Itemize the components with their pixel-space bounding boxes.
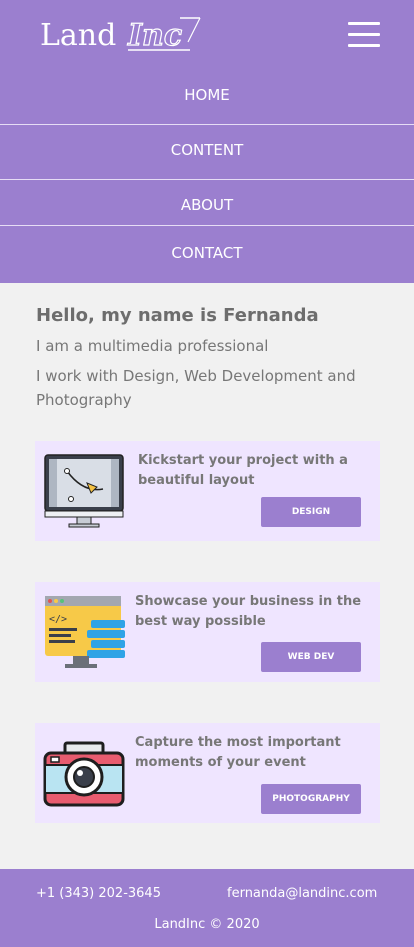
card-text-photography: Capture the most important moments of yo…	[135, 735, 341, 770]
card-text-webdev: Showcase your business in the best way p…	[135, 594, 362, 629]
site-header: Land Inc HOME CONTENT ABOUT CONTACT	[0, 0, 414, 283]
nav-divider	[0, 179, 414, 180]
intro-subtitle: I am a multimedia professional	[36, 337, 269, 355]
code-monitor-icon: </>	[45, 596, 125, 668]
hamburger-icon	[348, 22, 380, 25]
nav-divider	[0, 225, 414, 226]
nav-home[interactable]: HOME	[0, 86, 414, 104]
menu-button[interactable]	[348, 22, 380, 50]
service-card-webdev: </> Showcase your business in the best w…	[35, 582, 380, 682]
nav-about[interactable]: ABOUT	[0, 196, 414, 214]
landinc-logo[interactable]: Land Inc	[40, 12, 202, 56]
footer-copyright: LandInc © 2020	[154, 917, 260, 932]
web-dev-button[interactable]: WEB DEV	[261, 642, 361, 672]
photography-button[interactable]: PHOTOGRAPHY	[261, 784, 361, 814]
card-text-design: Kickstart your project with a beautiful …	[138, 453, 348, 488]
intro-title: Hello, my name is Fernanda	[36, 305, 319, 326]
svg-text:Inc: Inc	[127, 18, 182, 53]
nav-divider	[0, 124, 414, 125]
design-monitor-icon	[44, 454, 124, 528]
footer-phone[interactable]: +1 (343) 202-3645	[36, 886, 161, 901]
service-card-photography: Capture the most important moments of yo…	[35, 723, 380, 823]
intro-description: I work with Design, Web Development and …	[36, 367, 356, 409]
svg-text:</>: </>	[49, 614, 67, 625]
footer-email[interactable]: fernanda@landinc.com	[227, 886, 377, 901]
nav-content[interactable]: CONTENT	[0, 141, 414, 159]
svg-text:Land: Land	[40, 18, 116, 53]
service-card-design: Kickstart your project with a beautiful …	[35, 441, 380, 541]
camera-icon	[43, 741, 125, 807]
design-button[interactable]: DESIGN	[261, 497, 361, 527]
nav-contact[interactable]: CONTACT	[0, 244, 414, 262]
site-footer: +1 (343) 202-3645 fernanda@landinc.com L…	[0, 869, 414, 947]
